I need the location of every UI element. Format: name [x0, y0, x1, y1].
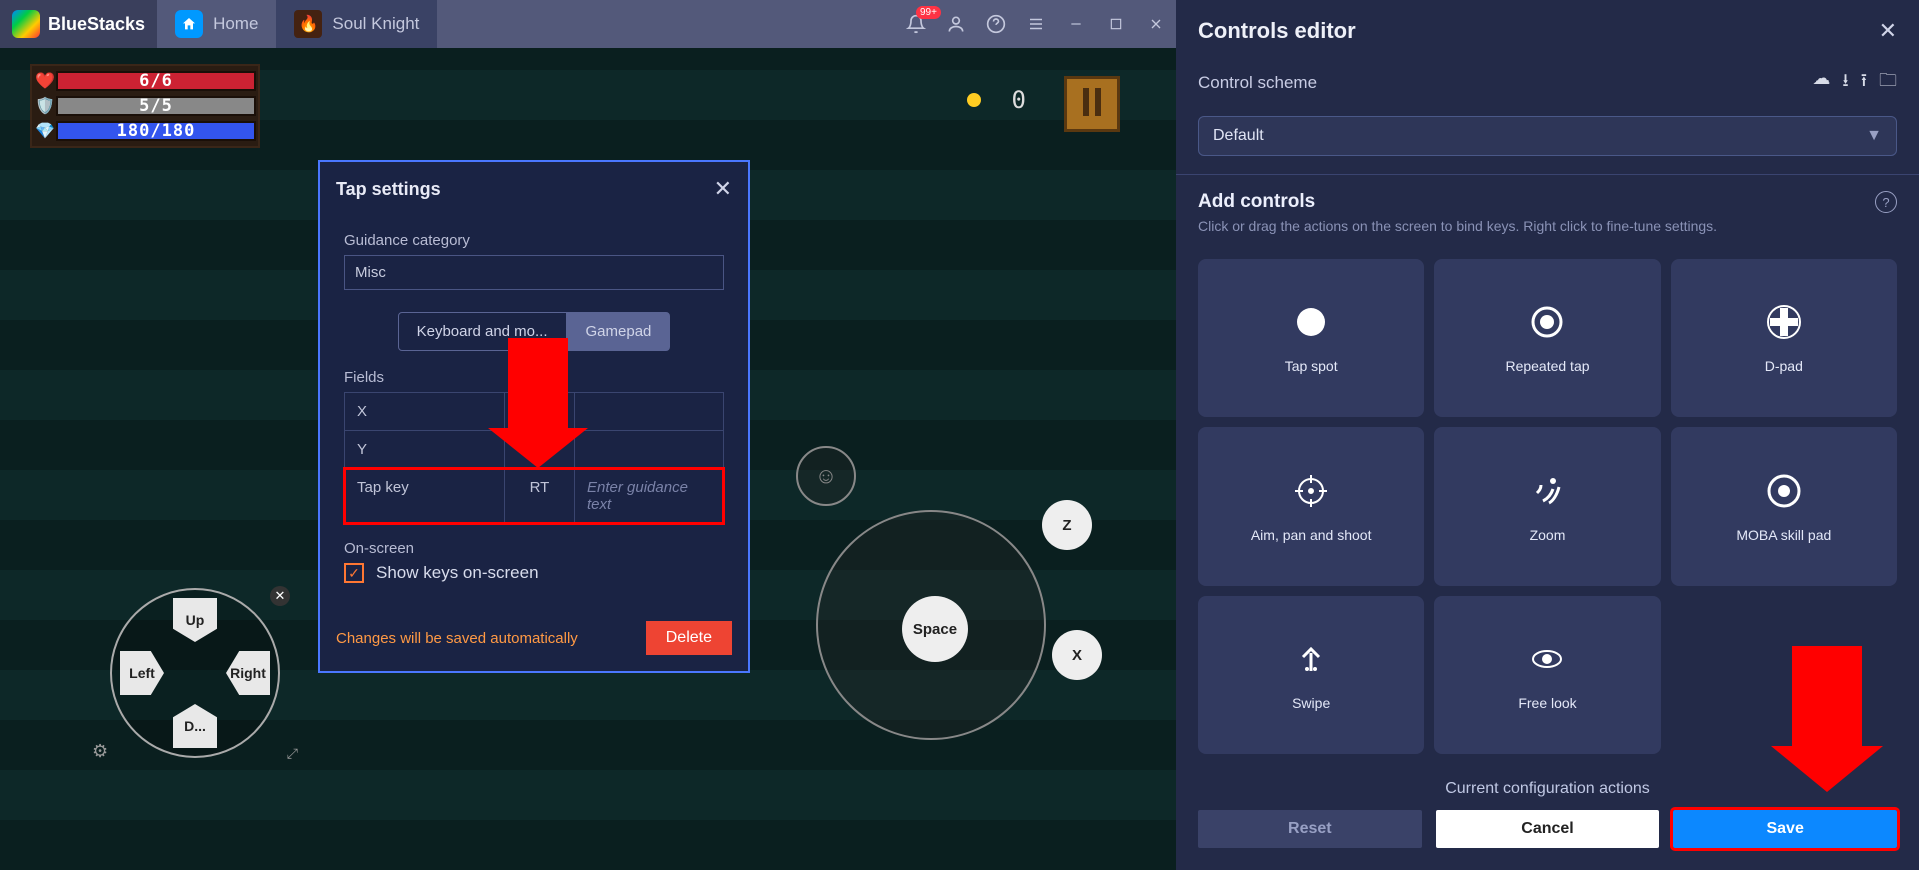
- controls-editor-panel: Controls editor ✕ Control scheme ☁ ⭳ ⭱ 🗀…: [1176, 0, 1919, 870]
- game-view: ❤️6/6 🛡️5/5 💎180/180 0 Tap settings ✕ Gu…: [0, 48, 1176, 870]
- heart-icon: ❤️: [34, 71, 56, 91]
- dpad-left[interactable]: Left: [120, 651, 164, 695]
- crosshair-icon: [1289, 469, 1333, 513]
- bluestacks-logo-icon: [12, 10, 40, 38]
- titlebar: BlueStacks Home 🔥 Soul Knight 99+: [0, 0, 1176, 48]
- hud-panel: ❤️6/6 🛡️5/5 💎180/180: [30, 64, 260, 148]
- panel-close-button[interactable]: ✕: [1879, 18, 1897, 44]
- card-swipe[interactable]: Swipe: [1198, 596, 1424, 754]
- tap-spot-icon: [1289, 300, 1333, 344]
- shield-icon: 🛡️: [34, 96, 56, 116]
- card-aim-pan-shoot[interactable]: Aim, pan and shoot: [1198, 427, 1424, 585]
- help-button[interactable]: [976, 0, 1016, 48]
- dpad-expand-icon[interactable]: ⤢: [287, 745, 298, 762]
- key-space[interactable]: Space: [902, 596, 968, 662]
- close-button[interactable]: [1136, 0, 1176, 48]
- repeated-tap-icon: [1525, 300, 1569, 344]
- save-button[interactable]: Save: [1673, 810, 1897, 848]
- eye-icon: [1525, 637, 1569, 681]
- card-repeated-tap[interactable]: Repeated tap: [1434, 259, 1660, 417]
- autosave-text: Changes will be saved automatically: [336, 630, 578, 647]
- card-tap-spot[interactable]: Tap spot: [1198, 259, 1424, 417]
- dpad-right[interactable]: Right: [226, 651, 270, 695]
- dpad-icon: [1762, 300, 1806, 344]
- account-button[interactable]: [936, 0, 976, 48]
- onscreen-label: On-screen: [344, 540, 724, 557]
- cancel-button[interactable]: Cancel: [1436, 810, 1660, 848]
- key-z[interactable]: Z: [1042, 500, 1092, 550]
- tab-active-label: Soul Knight: [332, 14, 419, 34]
- pause-icon: [1080, 88, 1104, 121]
- scheme-value: Default: [1213, 127, 1264, 145]
- add-controls-subtitle: Click or drag the actions on the screen …: [1198, 217, 1717, 237]
- card-dpad[interactable]: D-pad: [1671, 259, 1897, 417]
- menu-button[interactable]: [1016, 0, 1056, 48]
- scheme-label: Control scheme: [1198, 73, 1317, 93]
- chevron-down-icon: ▼: [1866, 127, 1882, 145]
- ap-text: 5/5: [58, 98, 254, 114]
- annotation-arrow-2: [1792, 646, 1883, 792]
- main-area: BlueStacks Home 🔥 Soul Knight 99+: [0, 0, 1176, 870]
- dialog-title: Tap settings: [336, 179, 441, 200]
- add-controls-title: Add controls: [1198, 191, 1717, 213]
- emoji-ring[interactable]: ☺: [796, 446, 856, 506]
- mana-icon: 💎: [34, 121, 56, 141]
- dpad-down[interactable]: D...: [173, 704, 217, 748]
- hp-text: 6/6: [58, 73, 254, 89]
- guidance-category-input[interactable]: [344, 255, 724, 290]
- notifications-button[interactable]: 99+: [896, 0, 936, 48]
- moba-icon: [1762, 469, 1806, 513]
- key-x[interactable]: X: [1052, 630, 1102, 680]
- minimize-button[interactable]: [1056, 0, 1096, 48]
- show-keys-checkbox-row[interactable]: ✓ Show keys on-screen: [344, 563, 724, 583]
- coin-icon: [967, 93, 981, 107]
- dialog-close-button[interactable]: ✕: [714, 176, 732, 202]
- reset-button[interactable]: Reset: [1198, 810, 1422, 848]
- pause-button[interactable]: [1064, 76, 1120, 132]
- swipe-icon: [1289, 637, 1333, 681]
- zoom-icon: [1525, 469, 1569, 513]
- card-zoom[interactable]: Zoom: [1434, 427, 1660, 585]
- card-free-look[interactable]: Free look: [1434, 596, 1660, 754]
- dpad-overlay[interactable]: ✕ Up D... Left Right ⚙ ⤢: [110, 588, 280, 758]
- score-text: 0: [1012, 86, 1026, 114]
- panel-title: Controls editor: [1198, 18, 1356, 44]
- folder-icon[interactable]: 🗀: [1879, 68, 1897, 98]
- scheme-select[interactable]: Default ▼: [1198, 116, 1897, 156]
- app-name: BlueStacks: [48, 14, 145, 35]
- dpad-close-icon[interactable]: ✕: [270, 586, 290, 606]
- guidance-category-label: Guidance category: [344, 232, 724, 249]
- mp-text: 180/180: [58, 123, 254, 139]
- checkbox-icon: ✓: [344, 563, 364, 583]
- dpad-up[interactable]: Up: [173, 598, 217, 642]
- tab-home[interactable]: Home: [157, 0, 276, 48]
- field-row-tapkey[interactable]: Tap key RT Enter guidance text: [345, 469, 723, 523]
- tab-active-app[interactable]: 🔥 Soul Knight: [276, 0, 437, 48]
- import-icon[interactable]: ⭳: [1842, 68, 1848, 98]
- tab-home-label: Home: [213, 14, 258, 34]
- maximize-button[interactable]: [1096, 0, 1136, 48]
- card-moba-skill[interactable]: MOBA skill pad: [1671, 427, 1897, 585]
- app-icon: 🔥: [294, 10, 322, 38]
- home-icon: [175, 10, 203, 38]
- cloud-icon[interactable]: ☁: [1812, 68, 1830, 98]
- show-keys-label: Show keys on-screen: [376, 563, 539, 583]
- export-icon[interactable]: ⭱: [1861, 68, 1867, 98]
- help-icon[interactable]: ?: [1875, 191, 1897, 213]
- logo-section[interactable]: BlueStacks: [0, 0, 157, 48]
- annotation-arrow-1: [508, 338, 588, 468]
- delete-button[interactable]: Delete: [646, 621, 732, 655]
- dpad-settings-icon[interactable]: ⚙: [92, 741, 108, 762]
